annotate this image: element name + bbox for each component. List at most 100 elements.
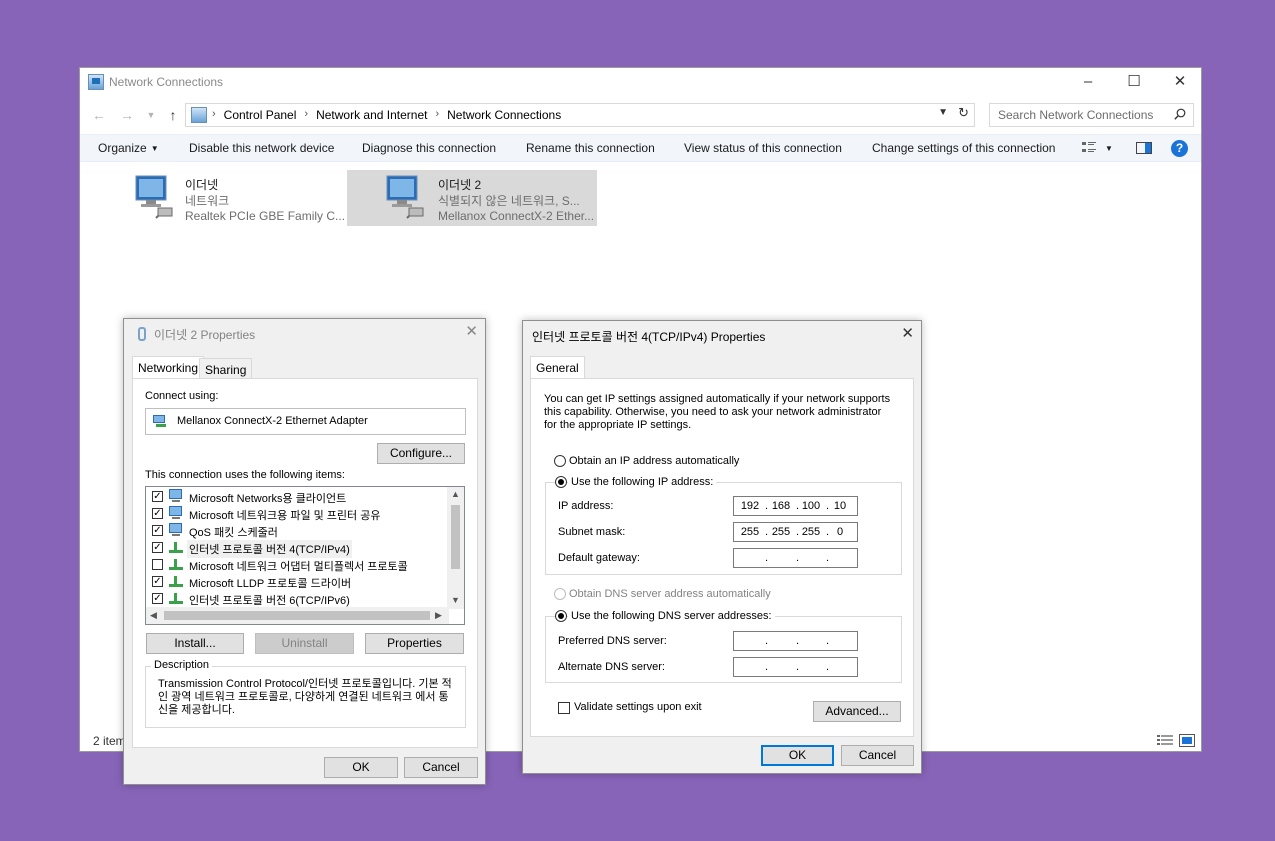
- connection-device: Mellanox ConnectX-2 Ether...: [438, 209, 595, 223]
- list-item[interactable]: ✓ 인터넷 프로토콜 버전 6(TCP/IPv6): [152, 590, 442, 607]
- preview-pane-icon[interactable]: [1136, 141, 1152, 155]
- item-checkbox[interactable]: ✓: [152, 593, 163, 604]
- item-checkbox[interactable]: ✓: [152, 576, 163, 587]
- close-icon[interactable]: ✕: [901, 324, 914, 342]
- list-item[interactable]: Microsoft 네트워크 어댑터 멀티플렉서 프로토콜: [152, 556, 442, 573]
- default-gateway-field[interactable]: . . .: [733, 548, 858, 568]
- up-arrow-icon[interactable]: ↑: [162, 104, 184, 126]
- use-following-dns-radio[interactable]: [555, 610, 567, 622]
- breadcrumb: › Control Panel › Network and Internet ›…: [212, 108, 561, 122]
- change-view-icon[interactable]: [1081, 141, 1097, 155]
- preferred-dns-field[interactable]: . . .: [733, 631, 858, 651]
- ok-button[interactable]: OK: [761, 745, 834, 766]
- search-input[interactable]: Search Network Connections: [989, 103, 1194, 127]
- recent-chevron-down-icon[interactable]: ▼: [140, 104, 162, 126]
- install-button[interactable]: Install...: [146, 633, 244, 654]
- help-icon[interactable]: ?: [1171, 140, 1188, 157]
- default-gateway-label: Default gateway:: [558, 552, 640, 564]
- general-panel: You can get IP settings assigned automat…: [530, 378, 914, 737]
- horizontal-scrollbar[interactable]: ◀ ▶: [146, 607, 449, 624]
- breadcrumb-network-connections[interactable]: Network Connections: [447, 108, 561, 122]
- scroll-up-icon[interactable]: ▲: [451, 489, 460, 499]
- use-following-ip-label: Use the following IP address:: [568, 476, 717, 488]
- ip-address-field[interactable]: 192 . 168 . 100 . 10: [733, 496, 858, 516]
- scroll-left-icon[interactable]: ◀: [150, 610, 157, 621]
- vertical-scrollbar[interactable]: ▲ ▼: [447, 487, 464, 609]
- chevron-down-icon: ▼: [150, 144, 159, 153]
- breadcrumb-control-panel[interactable]: Control Panel: [224, 108, 297, 122]
- window-title: Network Connections: [109, 75, 224, 89]
- obtain-ip-auto-radio[interactable]: [554, 455, 566, 467]
- list-item[interactable]: ✓ Microsoft 네트워크용 파일 및 프린터 공유: [152, 505, 442, 522]
- list-item[interactable]: ✓ Microsoft LLDP 프로토콜 드라이버: [152, 573, 442, 590]
- uninstall-button[interactable]: Uninstall: [255, 633, 354, 654]
- tab-sharing[interactable]: Sharing: [199, 358, 253, 380]
- properties-button[interactable]: Properties: [365, 633, 464, 654]
- tab-networking[interactable]: Networking: [132, 356, 205, 380]
- alternate-dns-label: Alternate DNS server:: [558, 661, 665, 673]
- breadcrumb-separator-icon[interactable]: ›: [212, 108, 224, 122]
- item-checkbox[interactable]: ✓: [152, 525, 163, 536]
- item-checkbox[interactable]: ✓: [152, 508, 163, 519]
- large-icons-view-icon[interactable]: [1179, 734, 1195, 747]
- disable-device-button[interactable]: Disable this network device: [189, 141, 334, 155]
- forward-arrow-icon[interactable]: →: [116, 104, 138, 126]
- list-item-selected[interactable]: ✓ 인터넷 프로토콜 버전 4(TCP/IPv4): [152, 539, 442, 558]
- obtain-dns-auto-radio[interactable]: [554, 588, 566, 600]
- organize-label: Organize: [98, 141, 147, 155]
- scroll-thumb[interactable]: [451, 505, 460, 569]
- address-bar[interactable]: › Control Panel › Network and Internet ›…: [185, 103, 975, 127]
- list-item[interactable]: ✓ QoS 패킷 스케줄러: [152, 522, 442, 539]
- ethernet-adapter-icon: [386, 175, 424, 219]
- items-list[interactable]: ✓ Microsoft Networks용 클라이언트 ✓ Microsoft …: [145, 486, 465, 625]
- configure-button[interactable]: Configure...: [377, 443, 465, 464]
- minimize-button[interactable]: –: [1065, 68, 1111, 98]
- view-status-button[interactable]: View status of this connection: [684, 141, 842, 155]
- ok-button[interactable]: OK: [324, 757, 398, 778]
- list-item[interactable]: ✓ Microsoft Networks용 클라이언트: [152, 488, 442, 505]
- address-row: ← → ▼ ↑ › Control Panel › Network and In…: [80, 101, 1201, 129]
- close-button[interactable]: ✕: [1157, 68, 1203, 98]
- close-icon[interactable]: ✕: [465, 322, 478, 340]
- connection-item-selected[interactable]: 이더넷 2 식별되지 않은 네트워크, S... Mellanox Connec…: [347, 170, 597, 226]
- client-network-icon: [169, 489, 182, 502]
- ip-dot: .: [826, 661, 830, 673]
- breadcrumb-separator-icon[interactable]: ›: [427, 108, 447, 122]
- ip-dot: .: [765, 552, 769, 564]
- ip-address-group: Use the following IP address: IP address…: [545, 476, 902, 575]
- view-options-chevron-icon[interactable]: ▼: [1105, 144, 1113, 153]
- alternate-dns-field[interactable]: . . .: [733, 657, 858, 677]
- ip-octet: 255: [801, 526, 821, 538]
- cancel-button[interactable]: Cancel: [404, 757, 478, 778]
- subnet-mask-field[interactable]: 255 . 255 . 255 . 0: [733, 522, 858, 542]
- organize-menu[interactable]: Organize ▼: [98, 141, 159, 155]
- change-settings-button[interactable]: Change settings of this connection: [872, 141, 1055, 155]
- validate-checkbox[interactable]: [558, 702, 570, 714]
- back-arrow-icon[interactable]: ←: [88, 104, 110, 126]
- connection-item[interactable]: 이더넷 네트워크 Realtek PCIe GBE Family C...: [128, 170, 345, 226]
- obtain-dns-auto-label: Obtain DNS server address automatically: [569, 588, 771, 600]
- ip-dot: .: [796, 526, 800, 538]
- maximize-button[interactable]: ☐: [1111, 68, 1157, 98]
- diagnose-button[interactable]: Diagnose this connection: [362, 141, 496, 155]
- breadcrumb-separator-icon[interactable]: ›: [296, 108, 316, 122]
- details-view-icon[interactable]: [1157, 734, 1173, 747]
- refresh-icon[interactable]: ↻: [958, 105, 969, 121]
- tab-general[interactable]: General: [530, 356, 585, 380]
- advanced-button[interactable]: Advanced...: [813, 701, 901, 722]
- breadcrumb-network-and-internet[interactable]: Network and Internet: [316, 108, 427, 122]
- rename-button[interactable]: Rename this connection: [526, 141, 655, 155]
- ip-dot: .: [826, 552, 830, 564]
- address-dropdown-chevron-icon[interactable]: ▼: [938, 107, 948, 118]
- item-checkbox[interactable]: ✓: [152, 491, 163, 502]
- scroll-right-icon[interactable]: ▶: [435, 610, 442, 621]
- cancel-button[interactable]: Cancel: [841, 745, 914, 766]
- adapter-name-box: Mellanox ConnectX-2 Ethernet Adapter: [145, 408, 466, 435]
- ip-dot: .: [796, 552, 800, 564]
- scroll-down-icon[interactable]: ▼: [451, 595, 460, 605]
- item-checkbox[interactable]: [152, 559, 163, 570]
- use-following-ip-radio[interactable]: [555, 476, 567, 488]
- scroll-thumb[interactable]: [164, 611, 430, 620]
- connection-name: 이더넷: [185, 178, 219, 192]
- item-checkbox[interactable]: ✓: [152, 542, 163, 553]
